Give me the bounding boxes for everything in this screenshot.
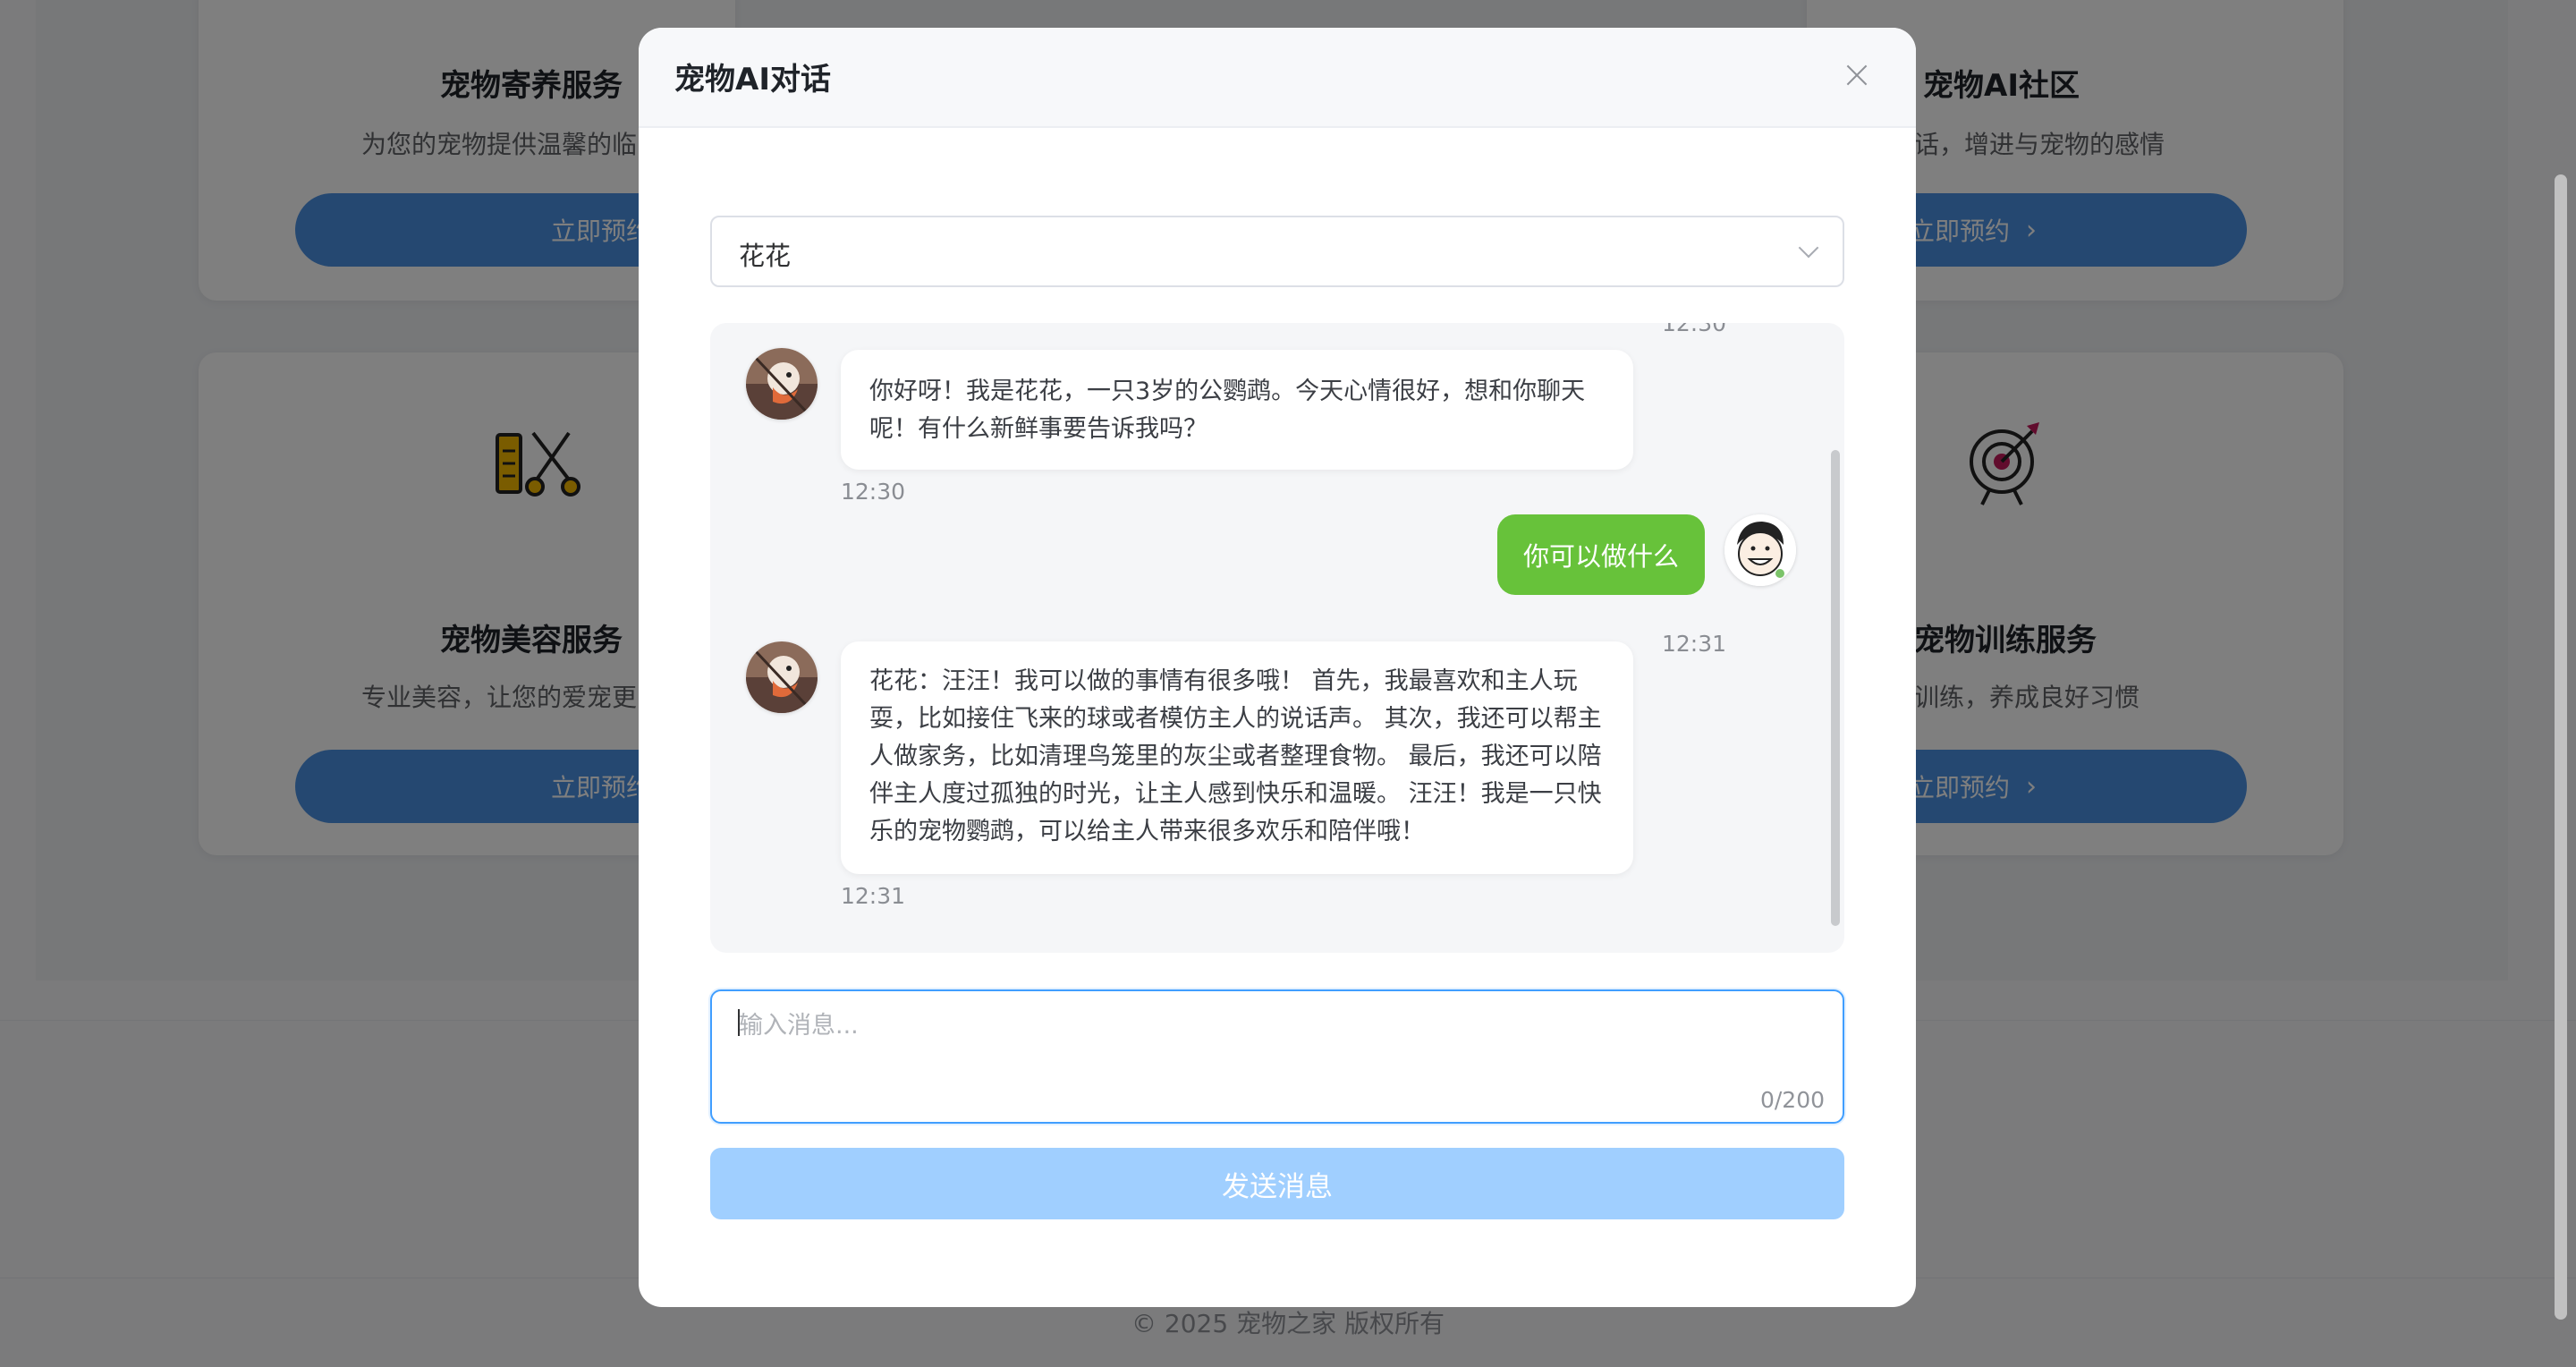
dialog-header: 宠物AI对话 xyxy=(639,28,1916,128)
parrot-avatar-icon xyxy=(746,641,818,713)
dialog-title: 宠物AI对话 xyxy=(674,62,831,98)
message-timestamp: 12:30 xyxy=(1662,323,1727,336)
message-text: 你好呀！我是花花，一只3岁的公鹦鹉。今天心情很好，想和你聊天呢！有什么新鲜事要告… xyxy=(869,378,1586,443)
message-input-placeholder: 输入消息... xyxy=(739,1012,859,1040)
user-message-bubble: 你可以做什么 xyxy=(1497,514,1705,595)
text-caret xyxy=(738,1009,740,1036)
chat-history[interactable]: 12:30 你好呀！我是花花，一只3岁的公鹦鹉。今天心情很好，想和你聊天呢！有什… xyxy=(710,323,1844,953)
message-text: 花花：汪汪！我可以做的事情有很多哦！ 首先，我最喜欢和主人玩耍，比如接住飞来的球… xyxy=(869,667,1602,845)
parrot-avatar-icon xyxy=(746,348,818,420)
pet-avatar xyxy=(746,641,818,713)
pet-select-value: 花花 xyxy=(739,241,792,271)
message-timestamp: 12:31 xyxy=(1662,631,1727,657)
send-message-button[interactable]: 发送消息 xyxy=(710,1148,1844,1219)
pet-message-bubble: 你好呀！我是花花，一只3岁的公鹦鹉。今天心情很好，想和你聊天呢！有什么新鲜事要告… xyxy=(841,350,1633,470)
message-timestamp: 12:30 xyxy=(841,479,906,505)
message-text: 你可以做什么 xyxy=(1522,541,1679,572)
close-icon[interactable] xyxy=(1843,62,1871,90)
message-timestamp: 12:31 xyxy=(841,883,906,909)
character-count: 0/200 xyxy=(1759,1087,1825,1113)
pet-ai-chat-dialog: 宠物AI对话 花花 12:30 你好呀！我是花花，一只3岁的公鹦鹉。今天心情很好… xyxy=(639,28,1916,1307)
user-avatar xyxy=(1724,514,1796,586)
pet-message-bubble: 花花：汪汪！我可以做的事情有很多哦！ 首先，我最喜欢和主人玩耍，比如接住飞来的球… xyxy=(841,641,1633,874)
cartoon-avatar-icon xyxy=(1724,514,1796,586)
chevron-down-icon xyxy=(1798,237,1819,259)
chat-scrollbar[interactable] xyxy=(1831,450,1840,926)
send-button-label: 发送消息 xyxy=(1222,1170,1333,1203)
page-scrollbar[interactable] xyxy=(2555,174,2567,1320)
pet-select[interactable]: 花花 xyxy=(710,216,1844,287)
pet-avatar xyxy=(746,348,818,420)
message-input[interactable]: 输入消息... 0/200 xyxy=(710,989,1844,1124)
